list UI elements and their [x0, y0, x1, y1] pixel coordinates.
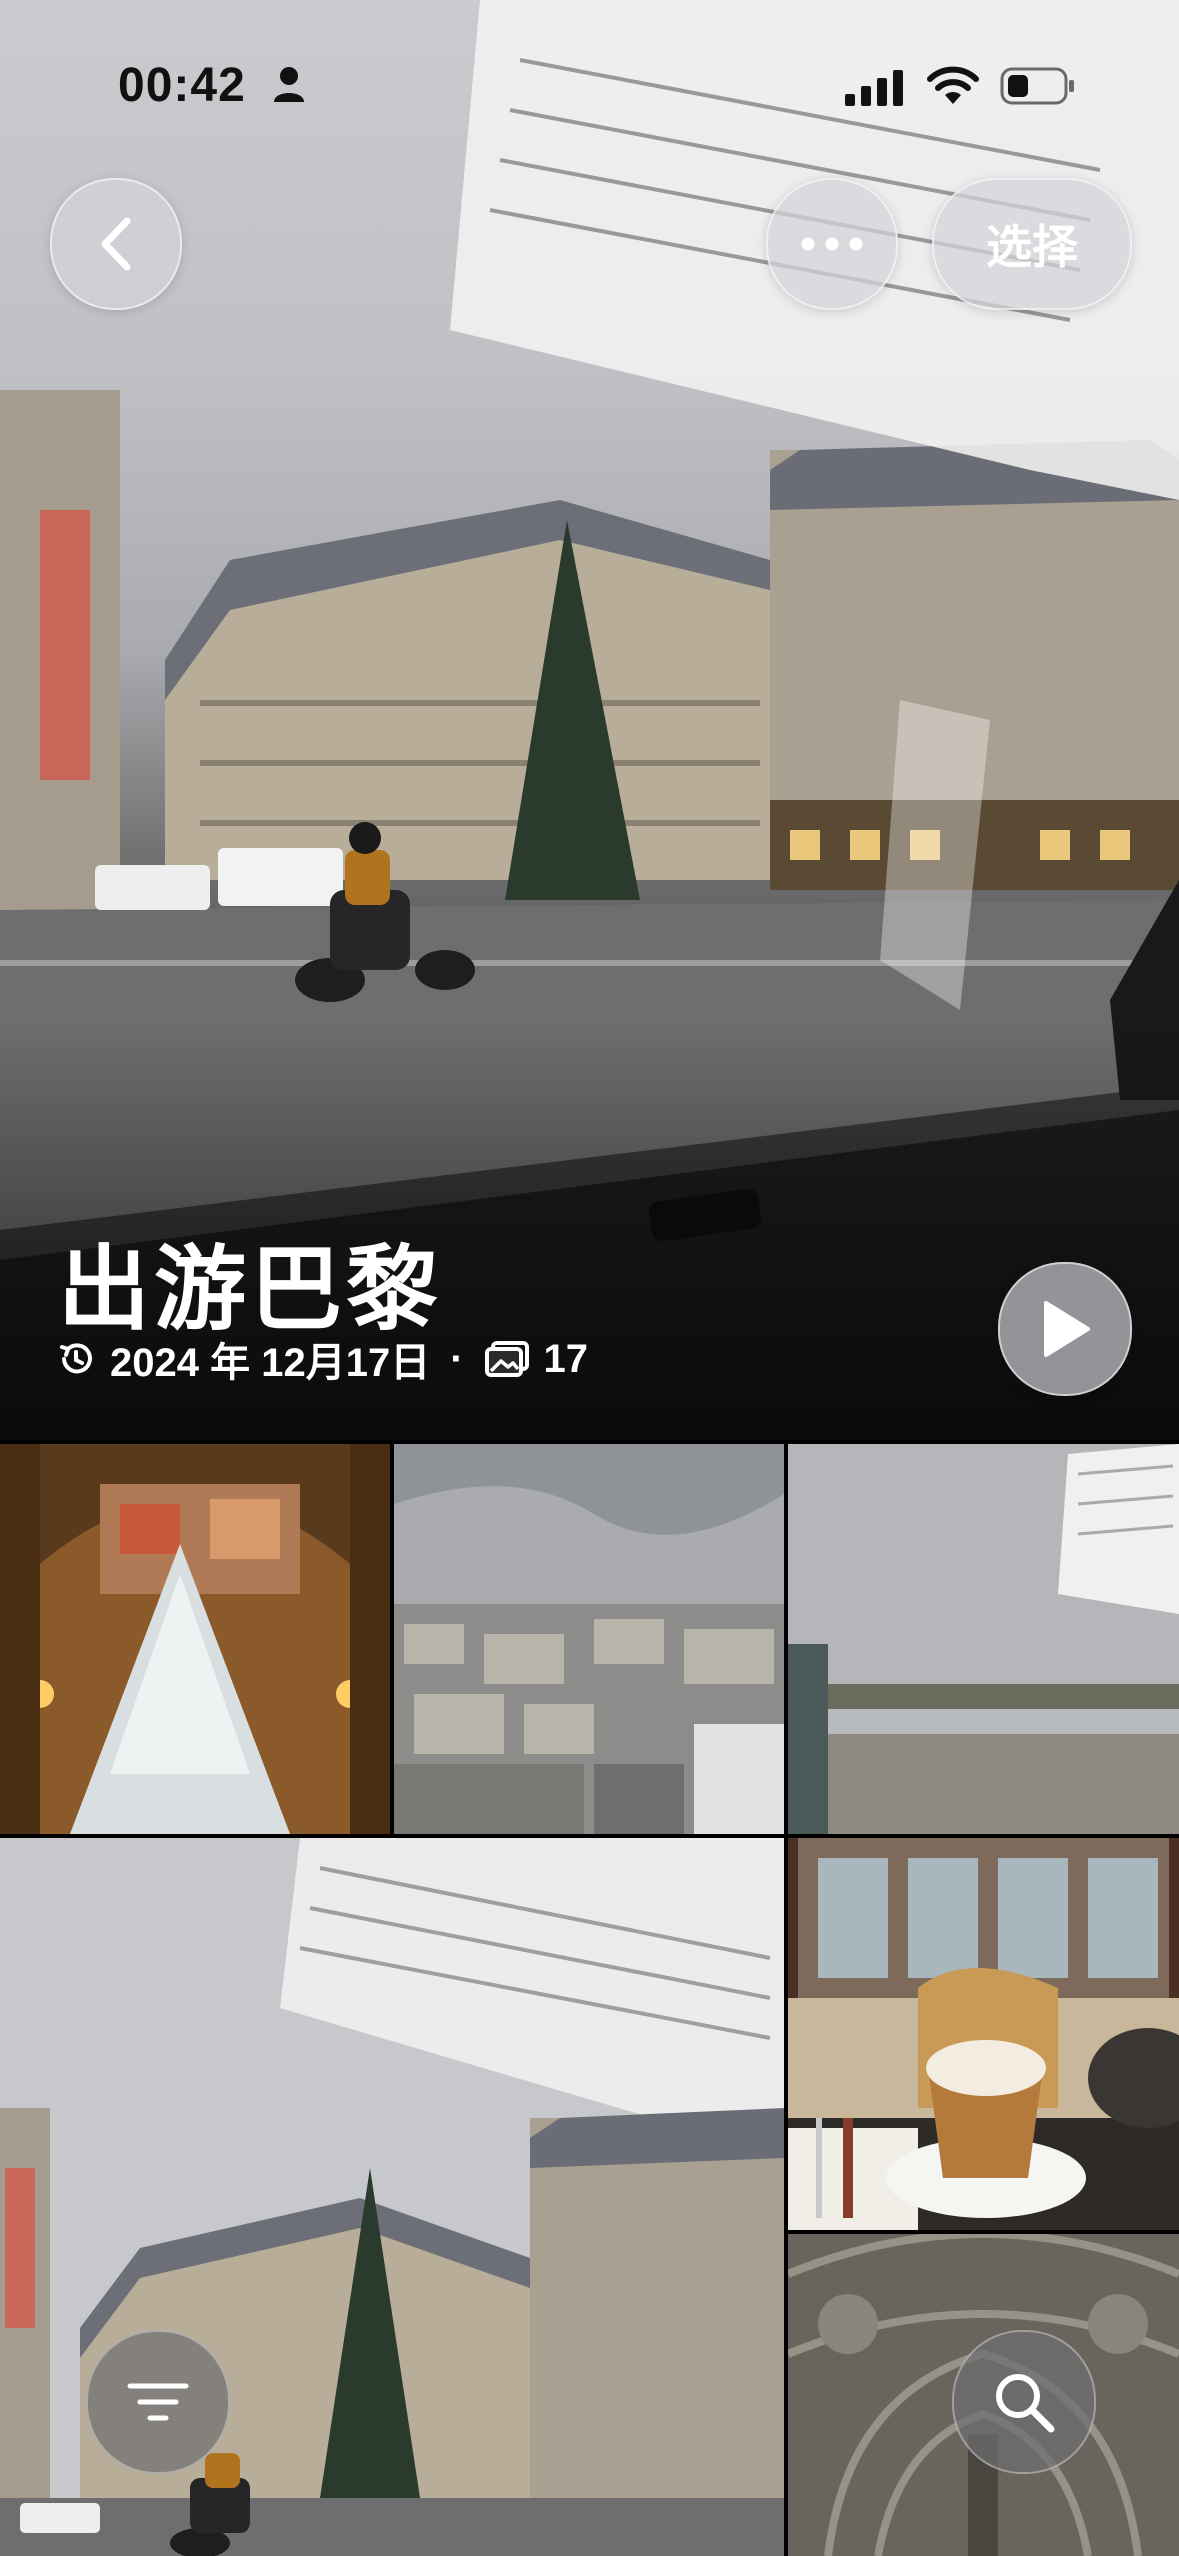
play-icon: [1044, 1301, 1090, 1357]
opera-christmas-tree-photo: [0, 1444, 390, 1834]
album-date: 2024 年 12月17日: [110, 1341, 431, 1385]
status-bar: 00:42: [0, 0, 1179, 170]
status-time: 00:42: [118, 59, 246, 112]
photo-stack-icon: [484, 1341, 529, 1377]
filter-lines-icon: [127, 2383, 189, 2421]
photo-count: 17: [543, 1336, 589, 1381]
chevron-left-icon: [101, 217, 131, 271]
paris-rooftops-photo: [394, 1444, 784, 1834]
play-slideshow-button[interactable]: [998, 1262, 1132, 1396]
photo-thumbnail[interactable]: [394, 1444, 784, 1834]
album-meta: 2024 年 12月17日 · 17: [56, 1330, 588, 1388]
seine-river-photo: [788, 1444, 1179, 1834]
wifi-icon: [927, 66, 979, 104]
photo-thumbnail[interactable]: [788, 1444, 1179, 1834]
search-icon: [996, 2374, 1055, 2433]
meta-separator: ·: [450, 1336, 464, 1381]
history-clock-icon: [60, 1343, 92, 1374]
battery-icon: [1000, 67, 1074, 105]
select-button[interactable]: 选择: [932, 178, 1132, 310]
cellular-signal-icon: [845, 70, 903, 106]
album-title: 出游巴黎: [58, 1239, 443, 1341]
cafe-cappuccino-photo: [788, 1838, 1179, 2230]
more-options-button[interactable]: [766, 178, 898, 310]
photo-thumbnail[interactable]: [0, 1444, 390, 1834]
search-button[interactable]: [952, 2330, 1096, 2474]
back-button[interactable]: [50, 178, 182, 310]
photo-thumbnail[interactable]: [788, 1838, 1179, 2230]
ellipsis-icon: [801, 237, 863, 251]
filter-sort-button[interactable]: [86, 2330, 230, 2474]
person-icon: [274, 67, 304, 102]
